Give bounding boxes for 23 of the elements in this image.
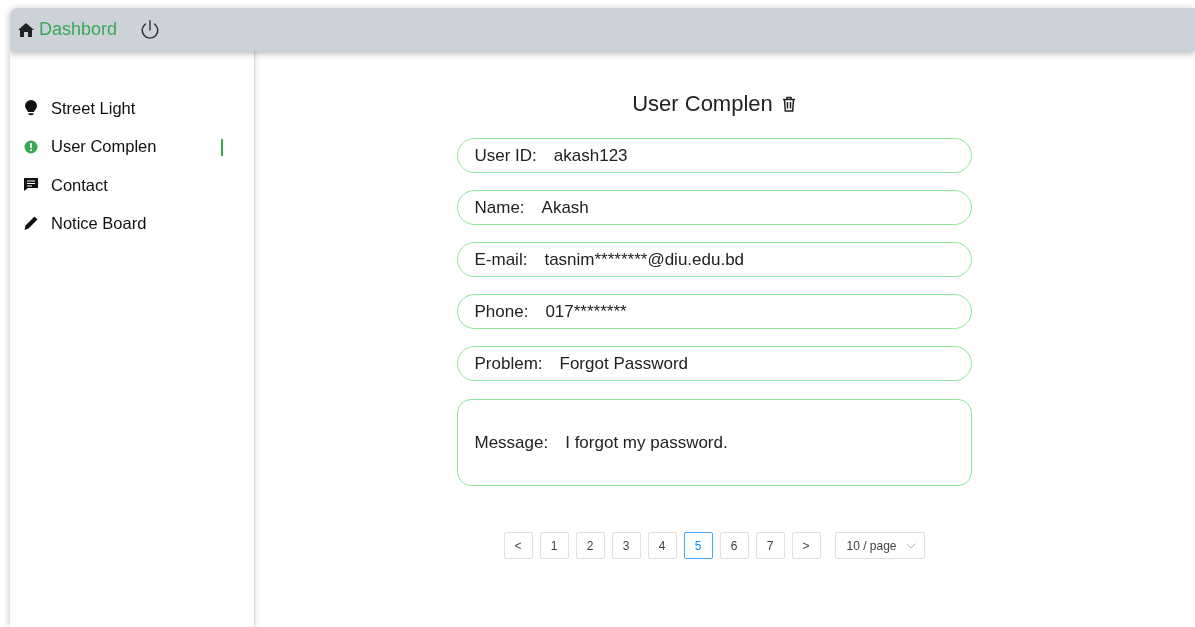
pencil-icon [24,215,38,232]
exclamation-icon [24,138,38,155]
page-button[interactable]: 4 [647,532,677,559]
page-size-select[interactable]: 10 / page [834,532,925,559]
active-indicator [221,138,223,156]
sidebar-item[interactable]: Street Light [10,89,254,128]
page-button[interactable]: 3 [611,532,641,559]
page-button[interactable]: 2 [575,532,605,559]
sidebar-item[interactable]: User Complen [10,127,254,166]
trash-icon[interactable] [781,96,796,112]
bulb-icon [24,100,38,117]
previous-page-button[interactable]: < [503,532,533,559]
home-icon [18,22,34,37]
info-field: Message: I forgot my password. [456,399,972,486]
sidebar-item[interactable]: Contact [10,166,254,205]
page-button[interactable]: 1 [539,532,569,559]
page-button[interactable]: 7 [755,532,785,559]
page-button[interactable]: 6 [719,532,749,559]
page-title: User Complen [632,91,773,117]
message-icon [24,177,38,194]
sidebar-item[interactable]: Notice Board [10,204,254,243]
chevron-down-icon [905,542,916,549]
next-page-button[interactable]: > [791,532,821,559]
